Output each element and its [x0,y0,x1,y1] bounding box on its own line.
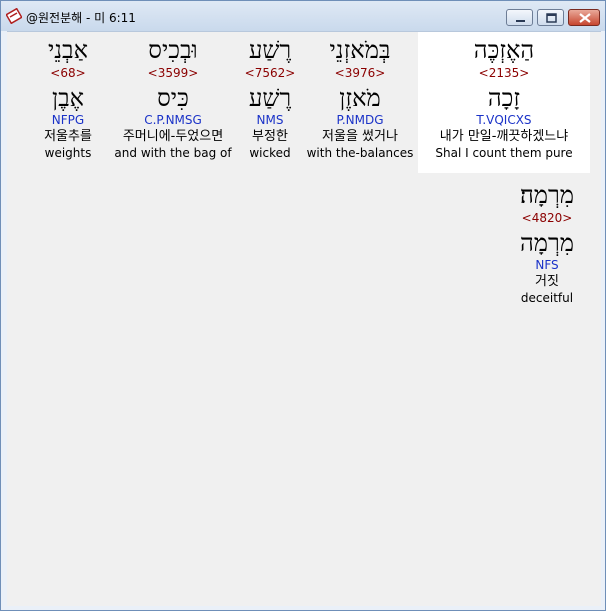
korean-gloss: 저울을 썼거나 [322,129,398,144]
english-gloss: deceitful [520,291,574,305]
lemma-word: כִּיס [157,84,189,112]
strong-number[interactable]: <2135> [418,65,590,81]
english-gloss: wicked [249,146,291,160]
lemma-word: מֹאזֶן [339,84,381,112]
app-logo-icon [5,7,23,25]
korean-gloss: 부정한 [252,129,288,144]
word-block-4[interactable]: וּבְכִיס <3599> כִּיס C.P.NMSG 주머니에-두었으면… [111,32,235,173]
word-block-2[interactable]: בְּמֹאזְנֵי <3976> מֹאזֶן P.NMDG 저울을 썼거나… [305,32,415,173]
hebrew-word: בְּמֹאזְנֵי [329,36,391,64]
strong-number[interactable]: <3599> [111,65,235,81]
parsing-code: NFS [535,258,559,272]
english-gloss: Shal I count them pure [435,146,573,160]
strong-number[interactable]: <4820> [507,210,587,226]
parsing-code: C.P.NMSG [144,113,202,127]
app-window: @원전분해 - 미 6:11 הַאֶזְכֶּה <2135> זָכָה T… [0,0,606,611]
parsing-code: P.NMDG [336,113,384,127]
hebrew-word: אַבְנֵי [47,36,89,64]
close-icon [579,13,591,23]
title-bar[interactable]: @원전분해 - 미 6:11 [1,1,605,31]
korean-gloss: 저울추를 [44,129,92,144]
english-gloss: with the-balances [306,146,414,160]
minimize-icon [516,20,525,22]
parsing-code: T.VQICXS [476,113,532,127]
hebrew-word: וּבְכִיס [148,36,198,64]
parsing-code: NFPG [51,113,85,127]
word-block-1[interactable]: הַאֶזְכֶּה <2135> זָכָה T.VQICXS 내가 만일-깨… [418,32,590,173]
window-title: @원전분해 - 미 6:11 [26,11,136,25]
lemma-word: אֶבֶן [51,84,85,112]
english-gloss: weights [44,146,92,160]
maximize-button[interactable] [537,9,564,26]
english-gloss: and with the bag of [114,146,232,160]
maximize-icon [546,13,557,23]
korean-gloss: 내가 만일-깨끗하겠느냐 [439,129,569,144]
strong-number[interactable]: <3976> [305,65,415,81]
korean-gloss: 주머니에-두었으면 [122,129,224,144]
hebrew-word: מִרְמָה׃ [519,181,575,209]
korean-gloss: 거짓 [535,274,559,289]
verse-view[interactable]: הַאֶזְכֶּה <2135> זָכָה T.VQICXS 내가 만일-깨… [7,31,601,606]
close-button[interactable] [568,9,600,26]
strong-number[interactable]: <7562> [237,65,303,81]
word-block-3[interactable]: רֶשַׁע <7562> רֶשַׁע NMS 부정한 wicked [237,32,303,173]
word-block-6[interactable]: מִרְמָה׃ <4820> מִרְמָה NFS 거짓 deceitful [507,177,587,318]
parsing-code: NMS [256,113,284,127]
lemma-word: זָכָה [487,84,521,112]
lemma-word: רֶשַׁע [248,84,292,112]
word-block-5[interactable]: אַבְנֵי <68> אֶבֶן NFPG 저울추를 weights [33,32,103,173]
lemma-word: מִרְמָה [519,229,575,257]
hebrew-word: הַאֶזְכֶּה [473,36,535,64]
strong-number[interactable]: <68> [33,65,103,81]
hebrew-word: רֶשַׁע [248,36,292,64]
minimize-button[interactable] [506,9,533,26]
